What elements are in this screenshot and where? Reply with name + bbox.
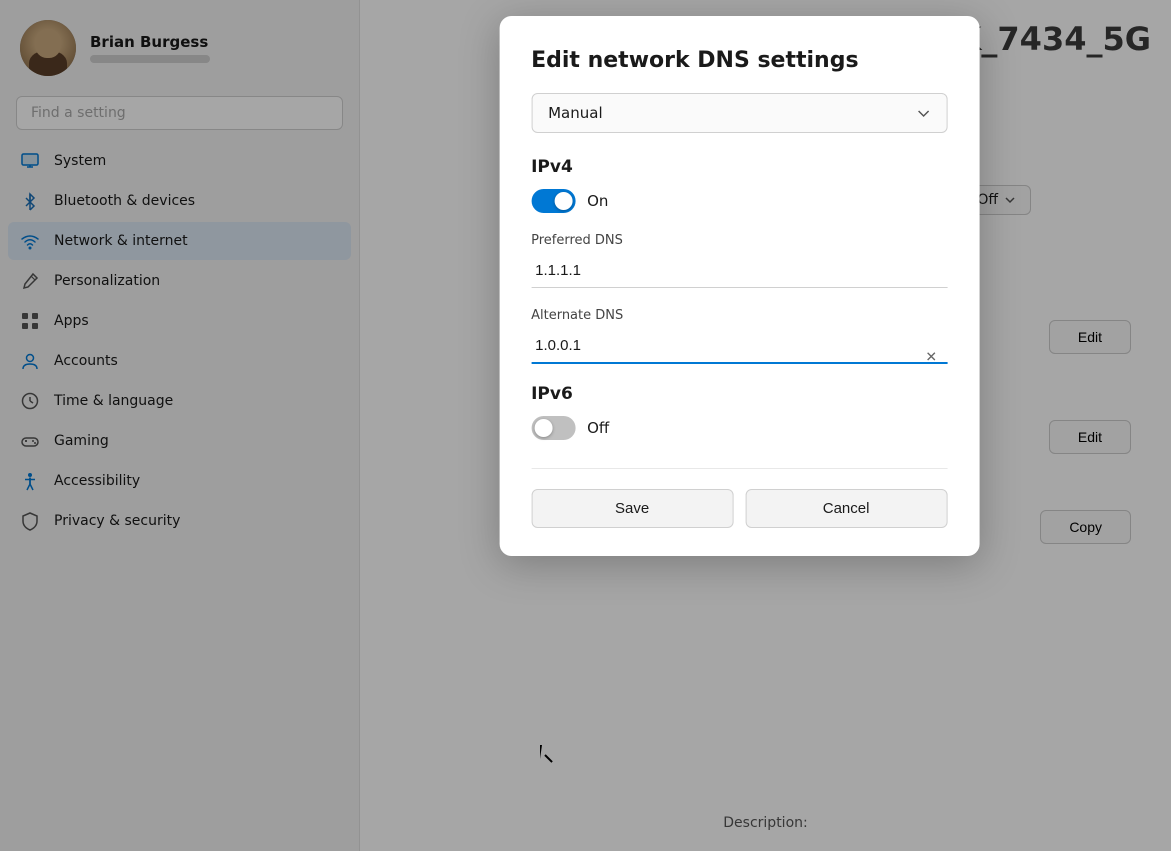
dialog-title: Edit network DNS settings — [531, 48, 947, 73]
ipv4-toggle-row: On — [531, 189, 947, 213]
ipv6-toggle-row: Off — [531, 416, 947, 440]
ipv4-toggle[interactable] — [531, 189, 575, 213]
dialog-footer: Save Cancel — [531, 468, 947, 556]
ipv6-section-title: IPv6 — [531, 384, 947, 404]
alternate-dns-wrapper: ✕ — [531, 329, 947, 384]
save-button[interactable]: Save — [531, 489, 733, 528]
dns-mode-label: Manual — [548, 104, 603, 122]
dns-settings-dialog: Edit network DNS settings Manual IPv4 On… — [499, 16, 979, 556]
ipv6-toggle-label: Off — [587, 419, 609, 437]
chevron-down-icon — [916, 106, 930, 120]
alternate-dns-label: Alternate DNS — [531, 308, 947, 323]
ipv4-toggle-knob — [554, 192, 572, 210]
ipv4-section-title: IPv4 — [531, 157, 947, 177]
dns-mode-dropdown[interactable]: Manual — [531, 93, 947, 133]
preferred-dns-label: Preferred DNS — [531, 233, 947, 248]
cancel-button[interactable]: Cancel — [745, 489, 947, 528]
ipv6-toggle[interactable] — [531, 416, 575, 440]
ipv6-toggle-knob — [534, 419, 552, 437]
preferred-dns-input[interactable] — [531, 254, 947, 288]
ipv4-toggle-label: On — [587, 192, 608, 210]
alternate-dns-input[interactable] — [531, 329, 947, 364]
alternate-dns-clear-button[interactable]: ✕ — [919, 346, 943, 367]
